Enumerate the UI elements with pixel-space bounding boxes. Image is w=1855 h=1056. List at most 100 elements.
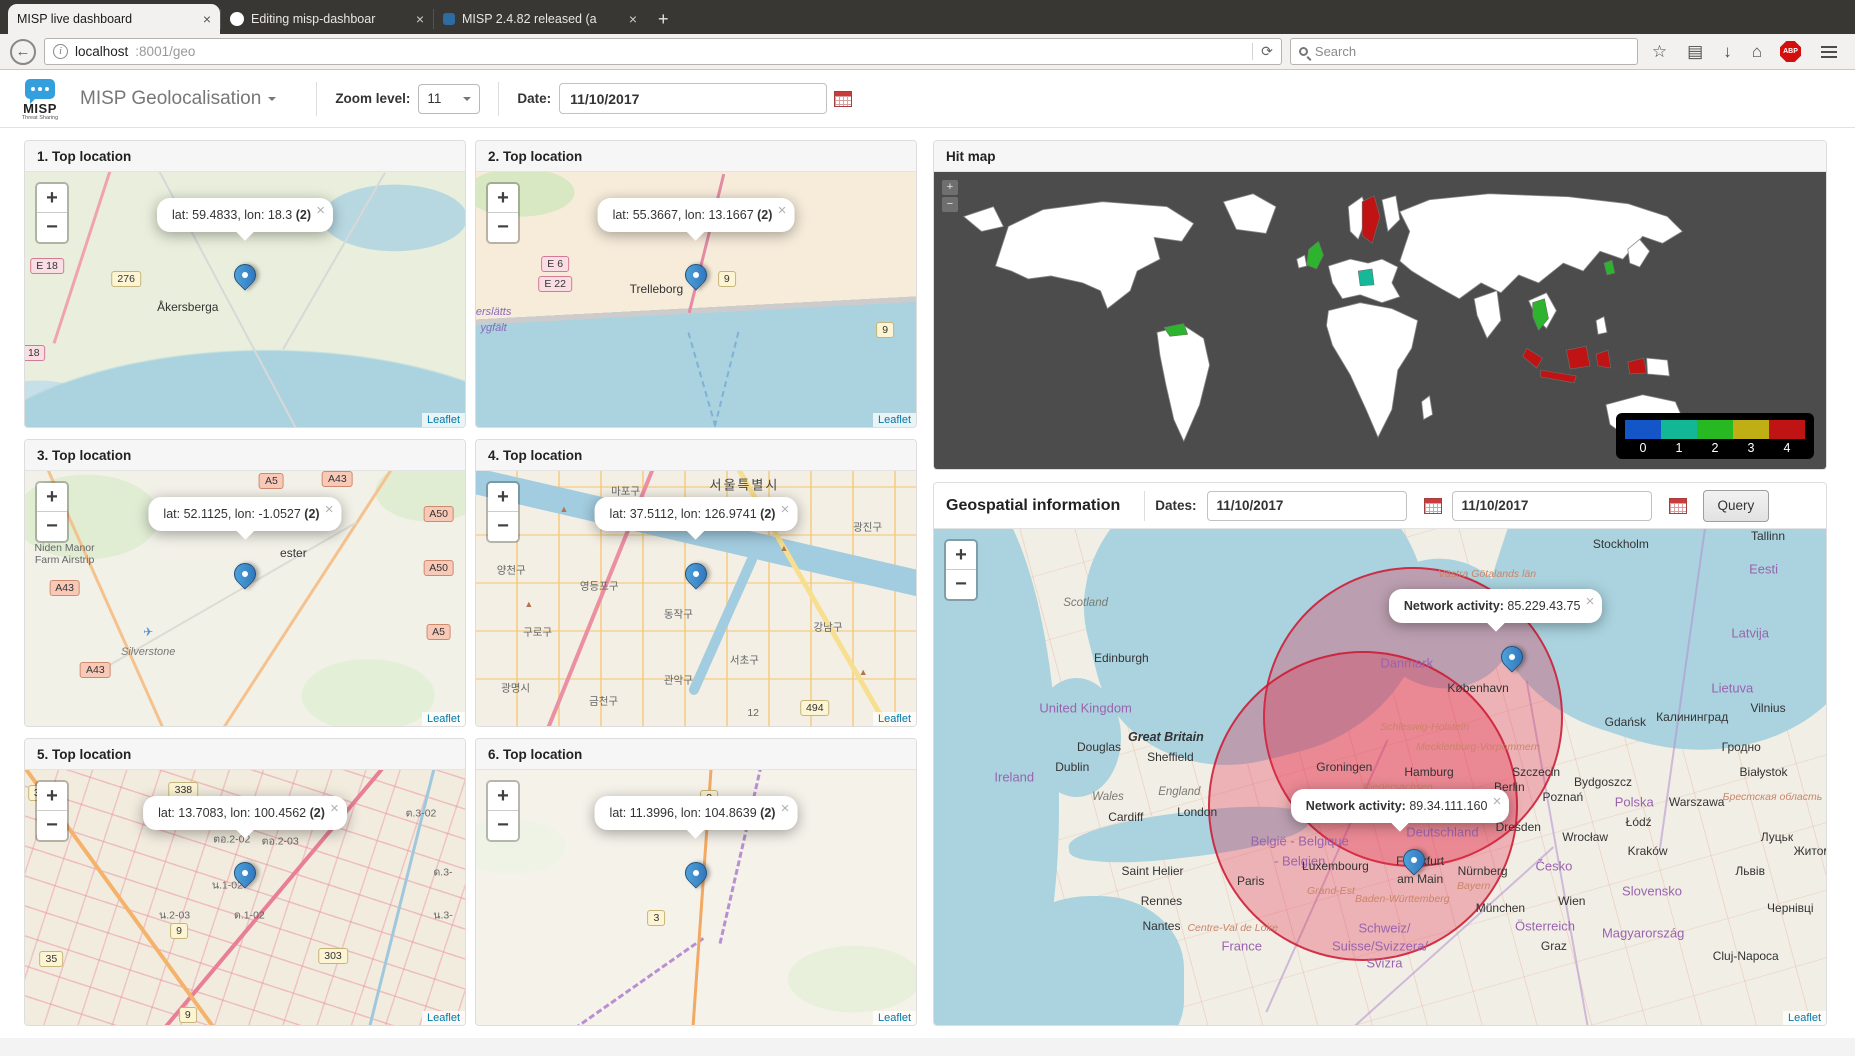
- map-zoom-control: + −: [942, 180, 958, 214]
- legend-color-swatch: [1769, 420, 1805, 439]
- zoom-out-button[interactable]: −: [942, 197, 958, 212]
- legend-color-swatch: [1697, 420, 1733, 439]
- map-city-label: Брестская область: [1723, 791, 1823, 803]
- leaflet-map[interactable]: A5A43A50A50A5A43A43Niden ManorFarm Airst…: [25, 471, 465, 726]
- network-activity-popup: Network activity: 89.34.111.160 ×: [1291, 789, 1510, 823]
- zoom-out-button[interactable]: −: [37, 811, 67, 840]
- leaflet-attribution[interactable]: Leaflet: [873, 712, 916, 726]
- zoom-out-button[interactable]: −: [488, 512, 518, 541]
- date-to-input[interactable]: 11/10/2017: [1452, 491, 1652, 521]
- new-tab-button[interactable]: +: [646, 9, 681, 34]
- tab-close-icon[interactable]: ×: [416, 11, 424, 27]
- map-marker[interactable]: [229, 558, 260, 589]
- panel-header: 5. Top location: [25, 739, 465, 770]
- zoom-in-button[interactable]: +: [488, 483, 518, 512]
- map-city-label: Mecklenburg-Vorpommern: [1416, 741, 1540, 753]
- map-label: E 18: [30, 258, 64, 274]
- popup-close-icon[interactable]: ×: [1493, 793, 1502, 810]
- map-city-label: Scotland: [1063, 597, 1108, 609]
- map-city-label: Łódź: [1626, 815, 1652, 829]
- panel-title: 2. Top location: [488, 149, 582, 164]
- popup-close-icon[interactable]: ×: [325, 501, 334, 518]
- zoom-in-button[interactable]: +: [37, 782, 67, 811]
- popup-close-icon[interactable]: ×: [316, 202, 325, 219]
- site-info-icon[interactable]: i: [53, 44, 68, 59]
- tab-close-icon[interactable]: ×: [629, 11, 637, 27]
- app-title-dropdown[interactable]: MISP Geolocalisation: [80, 88, 298, 110]
- adblock-icon[interactable]: ABP: [1780, 41, 1801, 62]
- zoom-out-button[interactable]: −: [946, 570, 976, 599]
- map-label: A5: [259, 473, 284, 489]
- query-button[interactable]: Query: [1703, 490, 1770, 522]
- popup-close-icon[interactable]: ×: [781, 800, 790, 817]
- zoom-out-button[interactable]: −: [488, 811, 518, 840]
- calendar-icon[interactable]: [1669, 498, 1687, 514]
- country-indonesia: [1523, 348, 1543, 368]
- map-city-label: Great Britain: [1128, 730, 1204, 744]
- popup-close-icon[interactable]: ×: [778, 202, 787, 219]
- map-city-label: Centre-Val de Loire: [1187, 922, 1278, 934]
- leaflet-map[interactable]: E 6E 2299Trelleborgerslättsygfält + − la…: [476, 172, 916, 427]
- map-marker[interactable]: [680, 857, 711, 888]
- url-bar[interactable]: i localhost :8001/geo ⟳: [44, 38, 1282, 65]
- zoom-out-button[interactable]: −: [37, 512, 67, 541]
- country-sweden: [1362, 196, 1380, 244]
- map-marker[interactable]: [680, 558, 711, 589]
- bookmark-star-icon[interactable]: ☆: [1646, 42, 1673, 62]
- popup-close-icon[interactable]: ×: [1586, 593, 1595, 610]
- leaflet-map[interactable]: E 1827618Åkersberga + − lat: 59.4833, lo…: [25, 172, 465, 427]
- top-location-panel-5: 5. Top location 338338ตต.2-02ต.3-02ตอ.2-…: [24, 738, 466, 1026]
- misp-logo-tagline: Threat Sharing: [14, 115, 66, 121]
- tab-misp-released[interactable]: MISP 2.4.82 released (a ×: [434, 4, 646, 34]
- popup-close-icon[interactable]: ×: [330, 800, 339, 817]
- date-input[interactable]: 11/10/2017: [559, 83, 827, 114]
- zoom-in-button[interactable]: +: [37, 483, 67, 512]
- calendar-icon[interactable]: [1424, 498, 1442, 514]
- geospatial-map[interactable]: StockholmTallinnEestiVästra Götalands lä…: [934, 529, 1826, 1025]
- library-icon[interactable]: ▤: [1681, 42, 1709, 62]
- downloads-icon[interactable]: ↓: [1717, 42, 1738, 62]
- map-city-label: Vilnius: [1750, 701, 1785, 715]
- leaflet-map[interactable]: 338338ตต.2-02ต.3-02ตอ.2-02ตอ.2-03ด.3-น.1…: [25, 770, 465, 1025]
- map-marker[interactable]: [229, 259, 260, 290]
- calendar-icon[interactable]: [834, 91, 852, 107]
- search-bar[interactable]: Search: [1290, 38, 1638, 65]
- map-city-label: Baden-Württemberg: [1355, 893, 1450, 905]
- zoom-in-button[interactable]: +: [488, 782, 518, 811]
- reload-icon[interactable]: ⟳: [1252, 43, 1273, 60]
- map-label: 구로구: [523, 624, 552, 639]
- world-hit-map[interactable]: + − 01234: [934, 172, 1826, 469]
- leaflet-attribution[interactable]: Leaflet: [422, 1011, 465, 1025]
- map-city-label: Magyarország: [1602, 926, 1684, 941]
- map-label: 3: [647, 910, 665, 926]
- zoom-in-button[interactable]: +: [946, 541, 976, 570]
- leaflet-attribution[interactable]: Leaflet: [873, 1011, 916, 1025]
- leaflet-attribution[interactable]: Leaflet: [422, 712, 465, 726]
- leaflet-attribution[interactable]: Leaflet: [422, 413, 465, 427]
- map-marker[interactable]: [680, 259, 711, 290]
- panel-title: 1. Top location: [37, 149, 131, 164]
- date-from-input[interactable]: 11/10/2017: [1207, 491, 1407, 521]
- leaflet-map[interactable]: 33 + − lat: 11.3996, lon: 104.8639 (2) ×…: [476, 770, 916, 1025]
- map-label: ด.1-02: [234, 907, 265, 924]
- back-button[interactable]: ←: [10, 39, 36, 65]
- country-indonesia: [1628, 358, 1647, 374]
- popup-close-icon[interactable]: ×: [781, 501, 790, 518]
- leaflet-map[interactable]: 서울특별시마포구광진구양천구영등포구동작구강남구구로구서초구관악구광명시금천구4…: [476, 471, 916, 726]
- zoom-in-button[interactable]: +: [942, 180, 958, 195]
- menu-icon[interactable]: [1821, 46, 1837, 58]
- zoom-level-select[interactable]: 11: [418, 84, 480, 114]
- tab-misp-live-dashboard[interactable]: MISP live dashboard ×: [8, 4, 220, 34]
- map-city-label: Lietuva: [1711, 680, 1753, 695]
- zoom-in-button[interactable]: +: [37, 184, 67, 213]
- tab-editing-misp-dashboard[interactable]: Editing misp-dashboar ×: [221, 4, 433, 34]
- tab-close-icon[interactable]: ×: [203, 11, 211, 27]
- leaflet-attribution[interactable]: Leaflet: [1783, 1011, 1826, 1025]
- map-label: A43: [322, 471, 353, 487]
- leaflet-attribution[interactable]: Leaflet: [873, 413, 916, 427]
- zoom-out-button[interactable]: −: [488, 213, 518, 242]
- zoom-in-button[interactable]: +: [488, 184, 518, 213]
- home-icon[interactable]: ⌂: [1746, 42, 1768, 62]
- map-label: 영등포구: [580, 578, 619, 593]
- zoom-out-button[interactable]: −: [37, 213, 67, 242]
